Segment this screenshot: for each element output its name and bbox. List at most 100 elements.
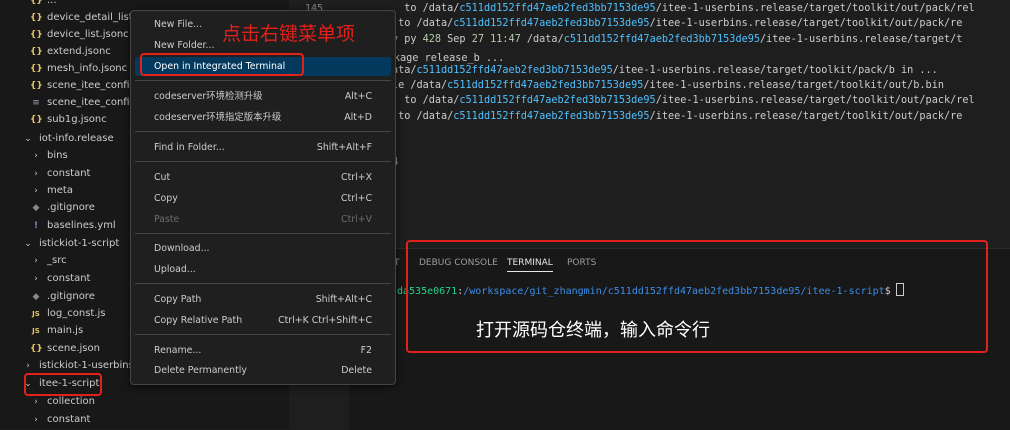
annotation-right-click: 点击右键菜单项 (222, 23, 356, 45)
menu-item-label: Cut (154, 172, 171, 183)
tree-item-label: ... (47, 0, 57, 6)
tree-item-label: constant (47, 414, 91, 425)
git-file-icon: ◆ (32, 292, 40, 302)
output-segment: c511dd152ffd47aeb2fed3bb7153de95 (416, 64, 613, 76)
editor-output[interactable]: to /data/c511dd152ffd47aeb2fed3bb7153de9… (349, 0, 1010, 240)
menu-item-label: Rename... (154, 345, 202, 356)
menu-item[interactable]: codeserver环境检测升级 Alt+C (135, 87, 391, 106)
highlight-box-menu-item (140, 53, 304, 76)
output-segment: /itee-1-userbins.release/target/toolkit/… (643, 80, 944, 91)
tree-item-label: device_list.jsonc (47, 29, 129, 40)
menu-separator (135, 161, 391, 162)
tree-item-label: extend.jsonc (47, 46, 111, 57)
tree-item-label: .gitignore (47, 202, 95, 213)
javascript-file-icon: JS (32, 327, 40, 335)
menu-item[interactable]: Upload... (135, 260, 391, 279)
output-segment: c511dd152ffd47aeb2fed3bb7153de95 (447, 80, 644, 91)
menu-item[interactable]: Copy Path Shift+Alt+C (135, 290, 391, 309)
json-file-icon: {} (30, 30, 43, 40)
output-segment: /itee-1-userbins.release/target/toolkit/… (612, 64, 938, 76)
output-line: kage file /data/c511dd152ffd47aeb2fed3bb… (349, 80, 944, 91)
javascript-file-icon: JS (32, 310, 40, 318)
menu-item-shortcut: Ctrl+V (341, 214, 372, 225)
tree-item-label: collection (47, 396, 95, 407)
tree-item-label: _src (47, 255, 67, 266)
menu-separator (135, 131, 391, 132)
menu-item-label: New File... (154, 19, 203, 30)
menu-item-label: codeserver环境指定版本升级 (154, 112, 282, 123)
annotation-terminal: 打开源码仓终端，输入命令行 (476, 320, 710, 341)
output-segment: /itee-1-userbins.release/target/toolkit/… (649, 18, 963, 30)
output-segment: 27 11:47 (471, 33, 521, 45)
menu-item-shortcut: Delete (341, 365, 372, 376)
tree-item[interactable]: › constant (0, 411, 289, 428)
tree-item-label: meta (47, 185, 73, 196)
menu-item-shortcut: Ctrl+C (340, 193, 372, 204)
tree-item-label: iot-info.release (39, 133, 114, 144)
menu-item-shortcut: Ctrl+K Ctrl+Shift+C (278, 315, 372, 326)
git-file-icon: ◆ (32, 203, 40, 213)
menu-item[interactable]: codeserver环境指定版本升级 Alt+D (135, 108, 391, 127)
chevron-right-icon: › (34, 256, 38, 266)
menu-item-shortcut: F2 (360, 345, 372, 356)
menu-item-label: Delete Permanently (154, 365, 247, 376)
menu-separator (135, 80, 391, 81)
chevron-down-icon: ⌄ (24, 239, 32, 249)
menu-item[interactable]: Cut Ctrl+X (135, 168, 391, 187)
highlight-box-folder (24, 373, 102, 396)
json-file-icon: {} (30, 115, 43, 125)
output-line: to /data/c511dd152ffd47aeb2fed3bb7153de9… (349, 3, 975, 14)
menu-item[interactable]: Delete Permanently Delete (135, 361, 391, 380)
menu-item[interactable]: Download... (135, 239, 391, 258)
output-line: -x. 1 py py 428 Sep 27 11:47 /data/c511d… (349, 34, 962, 45)
output-segment: 428 (422, 33, 442, 45)
output-segment: c511dd152ffd47aeb2fed3bb7153de95 (459, 95, 656, 107)
output-segment: Sep (441, 33, 472, 45)
menu-item-shortcut: Shift+Alt+F (316, 142, 372, 153)
menu-item-shortcut: Alt+D (344, 112, 372, 123)
tree-item-label: bins (47, 150, 68, 161)
tree-item-label: sub1g.jsonc (47, 114, 107, 125)
chevron-right-icon: › (34, 186, 38, 196)
output-segment: /itee-1-userbins.release/target/toolkit/… (649, 110, 963, 122)
output-line: package to /data/c511dd152ffd47aeb2fed3b… (349, 111, 962, 122)
text-file-icon: ≡ (32, 98, 40, 108)
menu-item-label: Copy Relative Path (154, 315, 243, 326)
chevron-down-icon: ⌄ (24, 134, 32, 144)
json-file-icon: {} (30, 344, 43, 354)
menu-item-shortcut: Ctrl+X (341, 172, 372, 183)
chevron-right-icon: › (34, 169, 38, 179)
menu-item-shortcut: Shift+Alt+C (315, 294, 372, 305)
menu-item: Paste Ctrl+V (135, 210, 391, 229)
menu-separator (135, 283, 391, 284)
json-file-icon: {} (30, 64, 43, 74)
tree-item-label: constant (47, 273, 91, 284)
tree-item-label: log_const.js (47, 308, 106, 319)
menu-item[interactable]: Find in Folder... Shift+Alt+F (135, 138, 391, 157)
json-file-icon: {} (30, 13, 43, 23)
tree-item-label: .gitignore (47, 291, 95, 302)
json-file-icon: {} (30, 47, 43, 57)
output-segment: c511dd152ffd47aeb2fed3bb7153de95 (453, 110, 650, 122)
menu-item-label: Find in Folder... (154, 142, 225, 153)
yaml-file-icon: ! (33, 221, 39, 231)
chevron-right-icon: › (34, 397, 38, 407)
tree-item-label: istickiot-1-script (39, 238, 120, 249)
output-segment: c511dd152ffd47aeb2fed3bb7153de95 (563, 33, 760, 45)
output-segment: /itee-1-userbins.release/target/toolkit/… (655, 95, 975, 107)
menu-item[interactable]: Copy Ctrl+C (135, 189, 391, 208)
tree-item-label: main.js (47, 325, 84, 336)
menu-item[interactable]: Copy Relative Path Ctrl+K Ctrl+Shift+C (135, 311, 391, 330)
tree-item-label: baselines.yml (47, 220, 116, 231)
tree-item-label: constant (47, 168, 91, 179)
menu-item-shortcut: Alt+C (344, 91, 372, 102)
tree-item[interactable]: {}... (0, 0, 289, 9)
menu-item[interactable]: Rename... F2 (135, 341, 391, 360)
tree-item-label: mesh_info.jsonc (47, 63, 128, 74)
output-segment: /itee-1-userbins.release/target/t (759, 33, 963, 45)
output-segment: /itee-1-userbins.release/target/toolkit/… (655, 3, 975, 14)
output-line: kage /data/c511dd152ffd47aeb2fed3bb7153d… (349, 65, 938, 76)
output-segment: c511dd152ffd47aeb2fed3bb7153de95 (453, 18, 650, 30)
menu-item-label: Upload... (154, 264, 196, 275)
menu-item-label: Paste (154, 214, 180, 225)
